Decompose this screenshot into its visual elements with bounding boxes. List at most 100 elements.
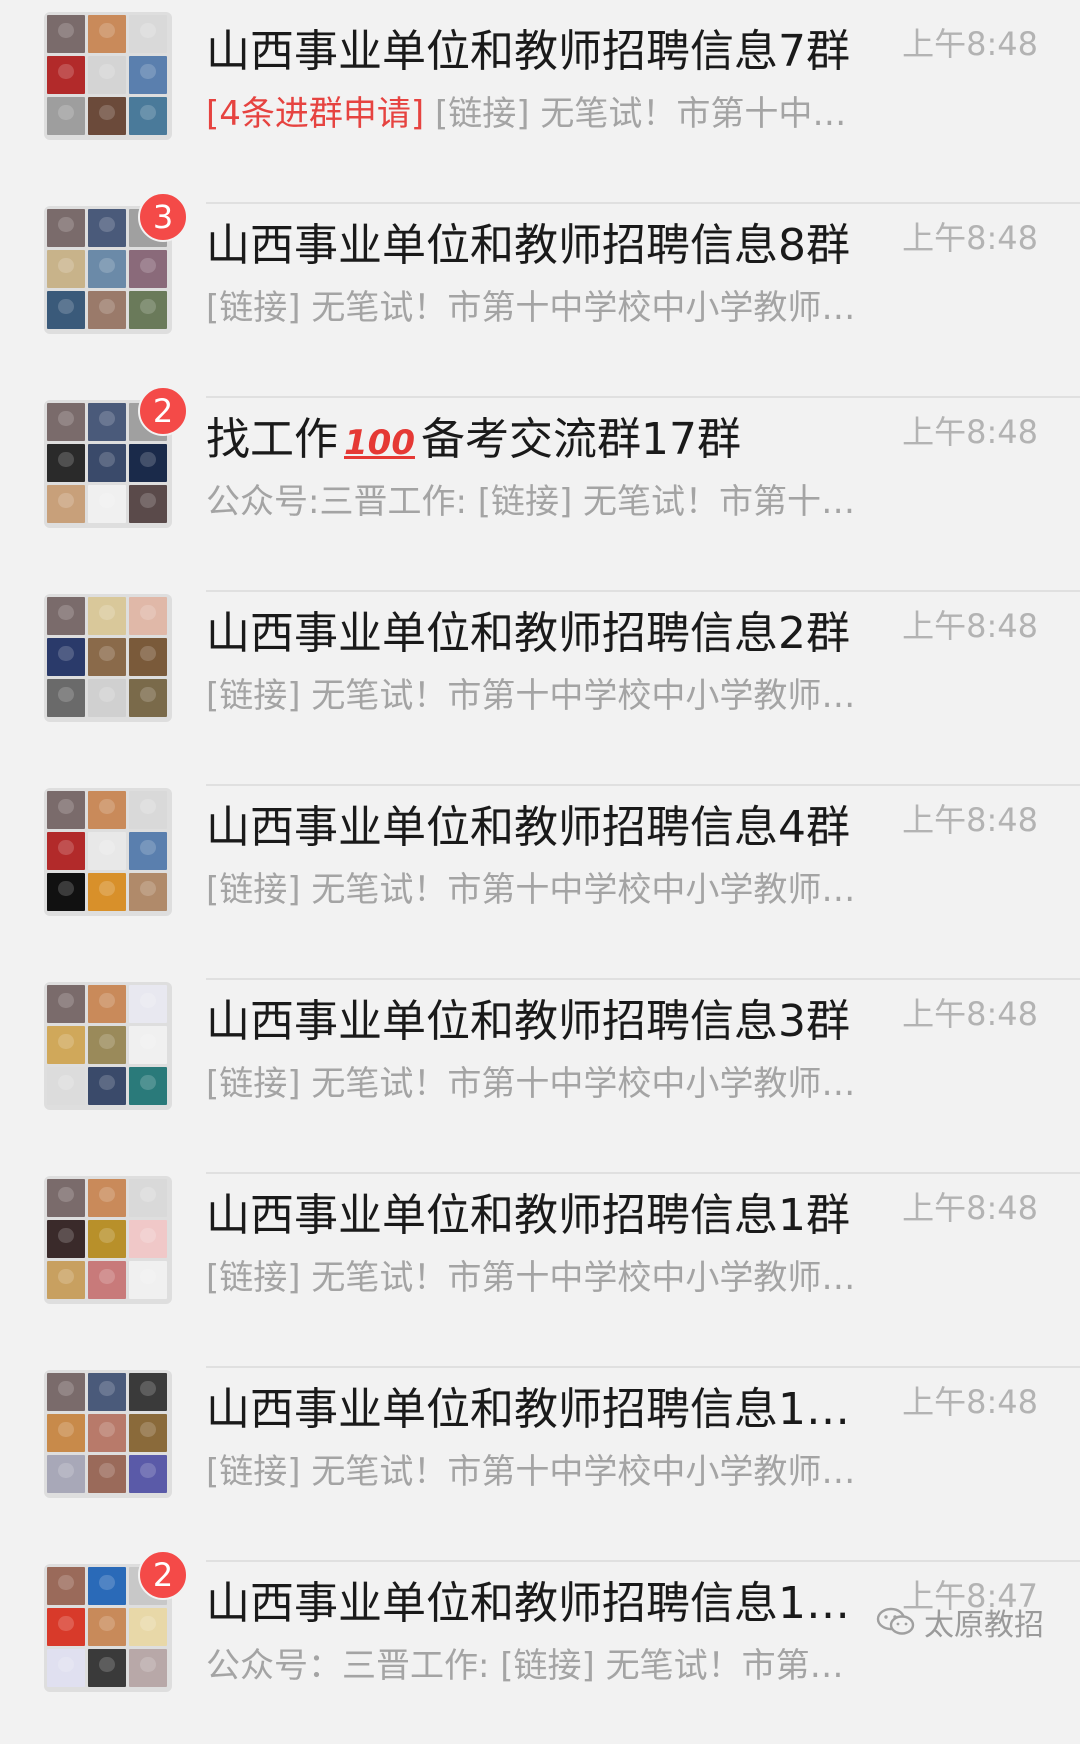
chat-title: 山西事业单位和教师招聘信息3群 [206, 990, 866, 1054]
chat-title: 山西事业单位和教师招聘信息7群 [206, 20, 866, 84]
chat-title: 山西事业单位和教师招聘信息1群 [206, 1184, 866, 1248]
member-avatar-tile [129, 873, 167, 911]
member-avatar-tile [129, 1649, 167, 1687]
member-avatar-tile [129, 1608, 167, 1646]
member-avatar-tile [88, 791, 126, 829]
group-avatar[interactable] [44, 788, 172, 916]
chat-title: 山西事业单位和教师招聘信息2群 [206, 602, 866, 666]
member-avatar-tile [88, 444, 126, 482]
group-avatar[interactable] [44, 12, 172, 140]
member-avatar-tile [47, 444, 85, 482]
member-avatar-tile [88, 985, 126, 1023]
member-avatar-tile [129, 985, 167, 1023]
preview-text: [链接] 无笔试！市第十中学校中小学教师招聘 [206, 676, 866, 716]
member-avatar-tile [129, 1026, 167, 1064]
group-avatar[interactable] [44, 982, 172, 1110]
member-avatar-tile [47, 679, 85, 717]
last-message-preview: [链接] 无笔试！市第十中学校中小学教师招聘 [206, 1448, 866, 1496]
member-avatar-tile [88, 1649, 126, 1687]
member-avatar-tile [88, 597, 126, 635]
member-avatar-tile [88, 832, 126, 870]
member-avatar-tile [88, 1026, 126, 1064]
chat-title-text: 山西事业单位和教师招聘信息11群 [206, 1578, 866, 1629]
member-avatar-tile [88, 1414, 126, 1452]
member-avatar-tile [129, 56, 167, 94]
last-message-preview: [链接] 无笔试！市第十中学校中小学教师招聘 [206, 672, 866, 720]
member-avatar-tile [88, 291, 126, 329]
member-avatar-tile [47, 485, 85, 523]
chat-row[interactable]: 山西事业单位和教师招聘信息1群 [链接] 无笔试！市第十中学校中小学教师招聘 上午8… [0, 1174, 1080, 1368]
last-message-preview: [链接] 无笔试！市第十中学校中小学教师招聘 [206, 1060, 866, 1108]
member-avatar-tile [47, 791, 85, 829]
member-avatar-tile [47, 1455, 85, 1493]
member-avatar-tile [47, 597, 85, 635]
chat-row[interactable]: 3 山西事业单位和教师招聘信息8群 [链接] 无笔试！市第十中学校中小学教师招聘 上午… [0, 192, 1080, 398]
member-avatar-tile [88, 1220, 126, 1258]
member-avatar-tile [129, 1414, 167, 1452]
member-avatar-tile [88, 638, 126, 676]
chat-row[interactable]: 山西事业单位和教师招聘信息2群 [链接] 无笔试！市第十中学校中小学教师招聘 上午8… [0, 592, 1080, 786]
member-avatar-tile [129, 679, 167, 717]
member-avatar-tile [47, 56, 85, 94]
member-avatar-tile [88, 1567, 126, 1605]
chat-title: 山西事业单位和教师招聘信息8群 [206, 214, 866, 278]
chat-title: 找工作 100 备考交流群17群 [206, 408, 866, 475]
preview-text: [链接] 无笔试！市第十中学校中小学教师招聘 [206, 1064, 866, 1104]
chat-row[interactable]: 2 山西事业单位和教师招聘信息11群公众号：三晋工作: [链接] 无笔试！市第十中… [0, 1550, 1080, 1744]
chat-list: 山西事业单位和教师招聘信息7群 [4条进群申请] [链接] 无笔试！市第十中学校中… [0, 0, 1080, 1744]
group-avatar[interactable] [44, 1370, 172, 1498]
hundred-points-icon: 100 [344, 423, 415, 463]
last-message-preview: [链接] 无笔试！市第十中学校中小学教师招聘 [206, 284, 866, 332]
message-time: 上午8:48 [902, 1383, 1038, 1421]
member-avatar-tile [47, 1026, 85, 1064]
member-avatar-tile [129, 1067, 167, 1105]
member-avatar-tile [88, 1455, 126, 1493]
member-avatar-tile [47, 97, 85, 135]
message-time: 上午8:48 [902, 413, 1038, 451]
member-avatar-tile [129, 1455, 167, 1493]
chat-row[interactable]: 山西事业单位和教师招聘信息4群 [链接] 无笔试！市第十中学校中小学教师招聘 上午8… [0, 786, 1080, 980]
watermark: 太原教招 [876, 1600, 1044, 1644]
group-avatar[interactable] [44, 594, 172, 722]
member-avatar-tile [47, 1414, 85, 1452]
member-avatar-tile [88, 250, 126, 288]
last-message-preview: [链接] 无笔试！市第十中学校中小学教师招聘 [206, 1254, 866, 1302]
member-avatar-tile [88, 15, 126, 53]
member-avatar-tile [47, 250, 85, 288]
member-avatar-tile [129, 597, 167, 635]
member-avatar-tile [129, 638, 167, 676]
chat-row[interactable]: 山西事业单位和教师招聘信息7群 [4条进群申请] [链接] 无笔试！市第十中学校中… [0, 10, 1080, 204]
unread-badge: 2 [138, 386, 188, 436]
member-avatar-tile [88, 1067, 126, 1105]
member-avatar-tile [88, 679, 126, 717]
chat-title: 山西事业单位和教师招聘信息11群 [206, 1572, 866, 1636]
member-avatar-tile [129, 1220, 167, 1258]
chat-row[interactable]: 2 找工作 100 备考交流群17群 公众号:三晋工作: [链接] 无笔试！市第十中学校… [0, 386, 1080, 592]
member-avatar-tile [129, 1179, 167, 1217]
member-avatar-tile [129, 291, 167, 329]
chat-row[interactable]: 山西事业单位和教师招聘信息10群 [链接] 无笔试！市第十中学校中小学教师招聘 上午… [0, 1368, 1080, 1562]
member-avatar-tile [47, 985, 85, 1023]
member-avatar-tile [47, 832, 85, 870]
member-avatar-tile [47, 1220, 85, 1258]
preview-text: 公众号：三晋工作: [链接] 无笔试！市第十中学校 [206, 1646, 866, 1686]
chat-row[interactable]: 山西事业单位和教师招聘信息3群 [链接] 无笔试！市第十中学校中小学教师招聘 上午8… [0, 980, 1080, 1174]
member-avatar-tile [47, 403, 85, 441]
last-message-preview: [4条进群申请] [链接] 无笔试！市第十中学校中小学教师招聘 [206, 90, 866, 138]
message-time: 上午8:48 [902, 607, 1038, 645]
unread-badge: 3 [138, 192, 188, 242]
member-avatar-tile [88, 209, 126, 247]
member-avatar-tile [88, 403, 126, 441]
member-avatar-tile [47, 1373, 85, 1411]
member-avatar-tile [129, 250, 167, 288]
watermark-text: 太原教招 [924, 1608, 1044, 1643]
chat-title: 山西事业单位和教师招聘信息10群 [206, 1378, 866, 1442]
member-avatar-tile [47, 1649, 85, 1687]
chat-title-text: 山西事业单位和教师招聘信息7群 [206, 26, 850, 77]
wechat-icon [876, 1606, 916, 1638]
unread-badge: 2 [138, 1550, 188, 1600]
preview-text: [链接] 无笔试！市第十中学校中小学教师招聘 [206, 1258, 866, 1298]
group-avatar[interactable] [44, 1176, 172, 1304]
member-avatar-tile [47, 638, 85, 676]
member-avatar-tile [47, 1179, 85, 1217]
